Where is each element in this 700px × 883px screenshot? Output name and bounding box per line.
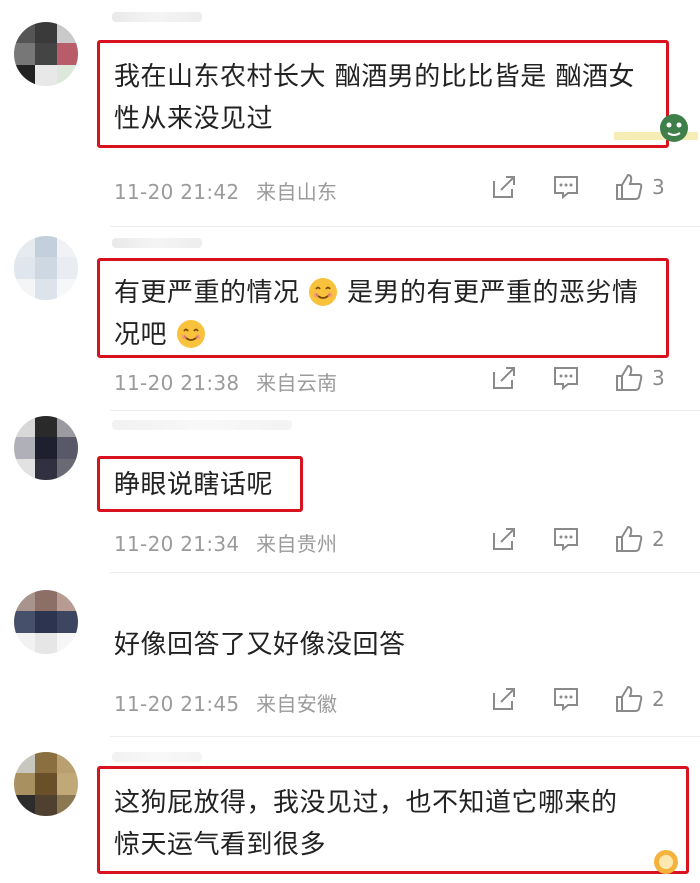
thumbs-up-icon	[616, 173, 643, 200]
comment-meta: 11-20 21:38 来自云南	[114, 367, 337, 396]
share-icon	[493, 528, 515, 550]
comment-fragment: 况吧	[114, 320, 168, 350]
reply-button[interactable]	[552, 170, 580, 204]
comment-meta: 11-20 21:34 来自贵州	[114, 528, 337, 557]
like-count: 3	[652, 366, 665, 390]
comment-fragment: 是男的有更严重的恶劣情	[347, 278, 639, 308]
like-button[interactable]: 3	[614, 170, 665, 204]
comment-actions: 3	[490, 361, 680, 395]
smile-emoji-icon	[176, 320, 205, 348]
divider	[110, 572, 700, 573]
avatar[interactable]	[14, 416, 78, 480]
comment-line: 惊天运气看到很多	[114, 830, 327, 860]
divider	[110, 226, 700, 227]
smile-emoji-icon	[309, 278, 338, 306]
comment-text: 这狗屁放得，我没见过，也不知道它哪来的 惊天运气看到很多	[114, 782, 660, 866]
like-count: 3	[652, 175, 665, 199]
comment-line: 睁眼说瞎话呢	[114, 470, 274, 500]
username[interactable]	[112, 420, 292, 430]
share-button[interactable]	[490, 170, 518, 204]
username[interactable]	[112, 238, 202, 248]
comment-actions: 3	[490, 170, 680, 204]
avatar[interactable]	[14, 752, 78, 816]
like-button[interactable]: 3	[614, 361, 665, 395]
comment-location: 来自云南	[256, 371, 338, 395]
comment-line: 况吧	[114, 314, 660, 356]
thumbs-up-icon	[616, 364, 643, 391]
thumbs-up-icon	[616, 525, 643, 552]
reply-button[interactable]	[552, 361, 580, 395]
share-button[interactable]	[490, 361, 518, 395]
sticker-icon	[614, 114, 698, 142]
comment-icon	[554, 176, 578, 200]
like-button[interactable]: 2	[614, 522, 665, 556]
comment-icon	[554, 367, 578, 391]
share-button[interactable]	[490, 522, 518, 556]
comment-time: 11-20 21:34	[114, 532, 240, 556]
comment-icon	[554, 528, 578, 552]
username[interactable]	[112, 12, 202, 22]
comment-line: 这狗屁放得，我没见过，也不知道它哪来的	[114, 788, 618, 818]
comment-location: 来自山东	[256, 180, 338, 204]
avatar[interactable]	[14, 236, 78, 300]
comment-icon	[554, 688, 578, 712]
comment-meta: 11-20 21:45 来自安徽	[114, 688, 337, 717]
comment-time: 11-20 21:45	[114, 692, 240, 716]
comment-meta: 11-20 21:42 来自山东	[114, 176, 337, 205]
share-button[interactable]	[490, 682, 518, 716]
comment-text: 好像回答了又好像没回答	[114, 624, 660, 666]
thumbs-up-icon	[616, 685, 643, 712]
share-icon	[493, 688, 515, 710]
share-icon	[493, 176, 515, 198]
comment-text: 睁眼说瞎话呢	[114, 464, 660, 506]
like-button[interactable]: 2	[614, 682, 665, 716]
reply-button[interactable]	[552, 682, 580, 716]
sticker-icon	[654, 850, 678, 874]
comment-line: 我在山东农村长大 酗酒男的比比皆是 酗酒女	[114, 62, 636, 92]
divider	[110, 736, 700, 737]
avatar[interactable]	[14, 22, 78, 86]
comment-text: 我在山东农村长大 酗酒男的比比皆是 酗酒女 性从来没见过	[114, 56, 660, 140]
username[interactable]	[112, 752, 202, 762]
like-count: 2	[652, 687, 665, 711]
comment-line: 性从来没见过	[114, 104, 274, 134]
comment-location: 来自贵州	[256, 532, 338, 556]
comment-time: 11-20 21:38	[114, 371, 240, 395]
comment-text: 有更严重的情况 是男的有更严重的恶劣情 况吧	[114, 272, 660, 356]
comment-line: 有更严重的情况 是男的有更严重的恶劣情	[114, 272, 660, 314]
comment-location: 来自安徽	[256, 692, 338, 716]
divider	[110, 410, 700, 411]
comment-actions: 2	[490, 522, 680, 556]
avatar[interactable]	[14, 590, 78, 654]
like-count: 2	[652, 527, 665, 551]
comment-line: 好像回答了又好像没回答	[114, 630, 406, 660]
comment-fragment: 有更严重的情况	[114, 278, 300, 308]
share-icon	[493, 367, 515, 389]
comment-actions: 2	[490, 682, 680, 716]
comment-time: 11-20 21:42	[114, 180, 240, 204]
reply-button[interactable]	[552, 522, 580, 556]
